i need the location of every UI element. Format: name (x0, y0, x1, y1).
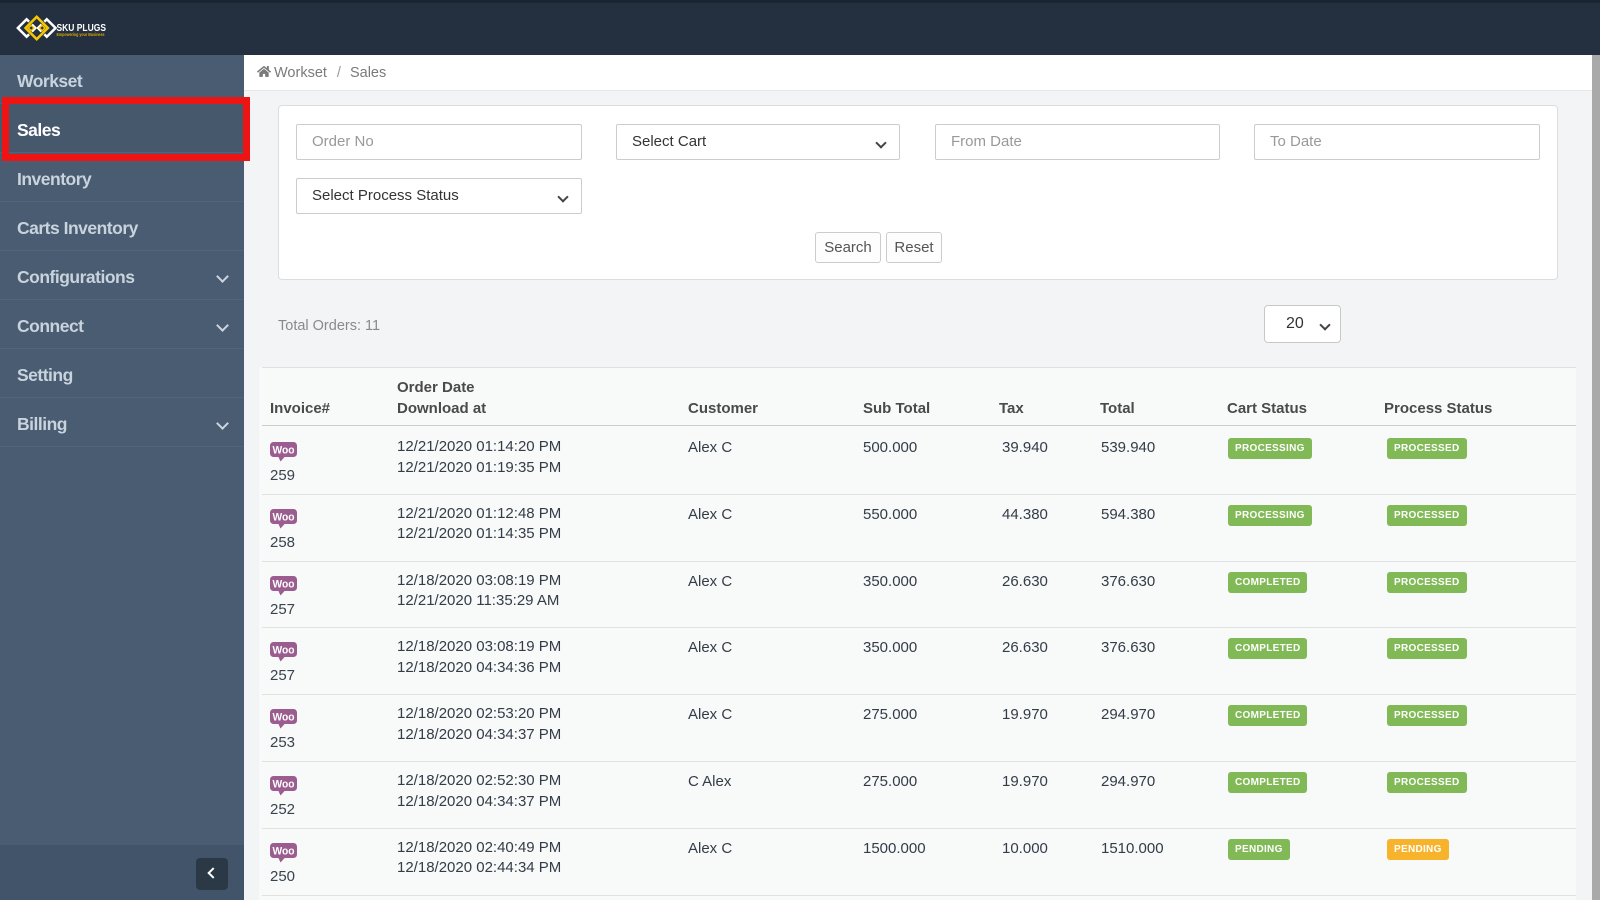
svg-text:Woo: Woo (273, 645, 295, 657)
svg-text:Woo: Woo (273, 445, 295, 457)
svg-text:Empowering your Business: Empowering your Business (57, 32, 105, 37)
svg-text:Woo: Woo (273, 845, 295, 857)
svg-text:Woo: Woo (273, 779, 295, 791)
svg-text:Woo: Woo (273, 712, 295, 724)
svg-text:Woo: Woo (273, 511, 295, 523)
svg-text:Woo: Woo (273, 578, 295, 590)
